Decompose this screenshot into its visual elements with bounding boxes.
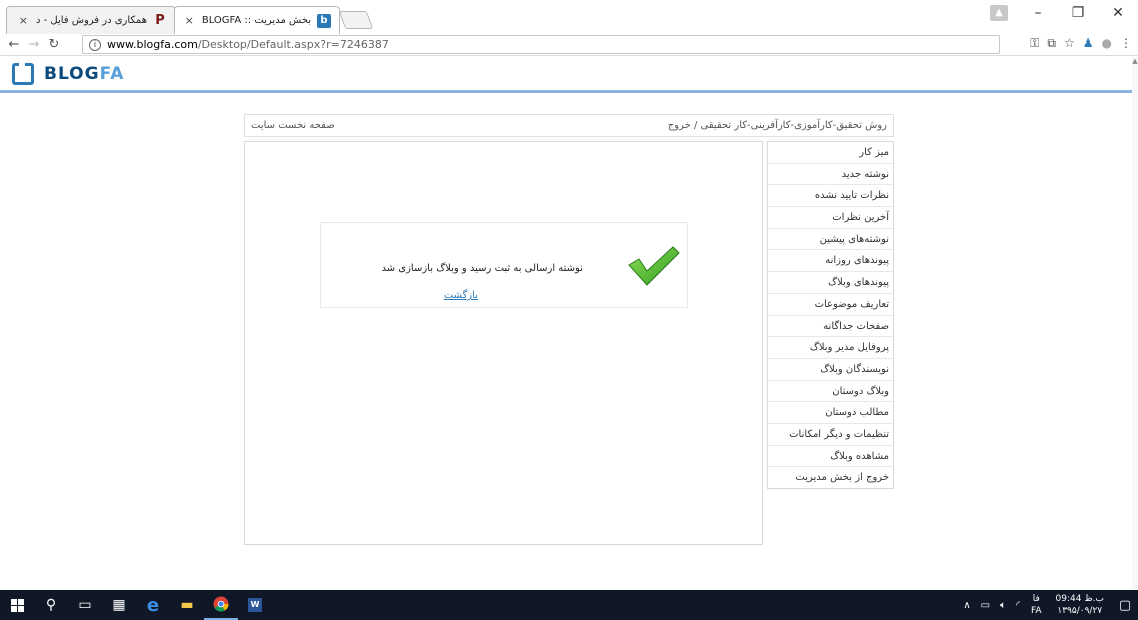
forward-arrow-icon[interactable]: →	[24, 37, 44, 52]
profile-icon[interactable]: ▲	[990, 5, 1008, 21]
maximize-button[interactable]: ❐	[1058, 5, 1098, 21]
sidebar-item-exit-admin[interactable]: خروج از بخش مدیریت	[768, 467, 893, 489]
site-home-link[interactable]: صفحه نخست سایت	[251, 120, 335, 131]
edge-browser-icon[interactable]: e	[136, 590, 170, 620]
main-content-panel: نوشته ارسالی به ثبت رسید و وبلاگ بازسازی…	[244, 141, 763, 545]
tray-expand-icon[interactable]: ∧	[958, 600, 975, 611]
tab-title: همکاری در فروش فایل - د	[35, 15, 147, 26]
window-controls: ▲ – ❐ ✕	[990, 0, 1138, 26]
close-window-button[interactable]: ✕	[1098, 5, 1138, 21]
close-tab-icon[interactable]: ×	[185, 14, 194, 27]
star-icon[interactable]: ☆	[1064, 36, 1075, 51]
sidebar-item-view-blog[interactable]: مشاهده وبلاگ	[768, 446, 893, 468]
windows-taskbar: ⚲ ▭ ▦ e ▬ W ∧ ▭ 🔈︎ ◜ فا FA 09:44 ب.ظ ۱۳۹…	[0, 590, 1138, 620]
tab-title: بخش مدیریت :: BLOGFA	[201, 15, 311, 26]
volume-icon[interactable]: 🔈︎	[995, 600, 1011, 611]
sidebar-item-pages[interactable]: صفحات جداگانه	[768, 316, 893, 338]
success-message-text: نوشته ارسالی به ثبت رسید و وبلاگ بازسازی…	[381, 263, 583, 274]
tab-blogfa-admin[interactable]: b بخش مدیریت :: BLOGFA ×	[174, 6, 340, 34]
windows-logo-icon	[10, 598, 24, 612]
admin-topbar: روش تحقیق-کارآموزی-کارآفرینی-کار تحقیقی …	[244, 114, 894, 137]
clock-date: ۱۳۹۵/۰۹/۲۷	[1057, 606, 1103, 616]
breadcrumb: روش تحقیق-کارآموزی-کارآفرینی-کار تحقیقی …	[668, 120, 887, 131]
blogfa-favicon-icon: b	[317, 13, 331, 28]
success-message-box: نوشته ارسالی به ثبت رسید و وبلاگ بازسازی…	[320, 222, 688, 308]
sidebar-item-daily-links[interactable]: پیوندهای روزانه	[768, 250, 893, 273]
word-logo-icon: W	[248, 598, 262, 612]
language-indicator[interactable]: فا FA	[1025, 593, 1048, 617]
browser-toolbar: ← → ↻ i www.blogfa.com/Desktop/Default.a…	[0, 34, 1138, 56]
battery-icon[interactable]: ▭	[976, 600, 995, 611]
extension-icon[interactable]: ●	[1102, 36, 1112, 51]
url-path: /Desktop/Default.aspx?r=7246387	[197, 38, 389, 51]
blogfa-logo-icon	[12, 63, 34, 85]
chrome-icon[interactable]	[204, 590, 238, 620]
url-host: www.blogfa.com	[107, 38, 198, 51]
scroll-up-icon[interactable]: ▲	[1132, 57, 1138, 65]
sidebar-item-settings[interactable]: تنظیمات و دیگر امکانات	[768, 424, 893, 446]
sidebar-item-unapproved-comments[interactable]: نظرات تایید نشده	[768, 185, 893, 208]
blogfa-logo[interactable]: BLOGFA	[12, 63, 124, 85]
close-tab-icon[interactable]: ×	[19, 14, 28, 27]
sidebar-item-dashboard[interactable]: میز کار	[768, 142, 893, 164]
reload-icon[interactable]: ↻	[44, 37, 64, 52]
sidebar-item-blog-links[interactable]: پیوندهای وبلاگ	[768, 272, 893, 294]
sidebar-item-authors[interactable]: نویسندگان وبلاگ	[768, 359, 893, 381]
sidebar-item-categories[interactable]: تعاریف موضوعات	[768, 294, 893, 316]
logout-link[interactable]: خروج	[668, 120, 691, 131]
user-extension-icon[interactable]: ♟	[1083, 36, 1094, 51]
logo-text-fa: FA	[99, 64, 125, 84]
sidebar-item-friends-posts[interactable]: مطالب دوستان	[768, 402, 893, 424]
toolbar-extensions: ⚿ ⧉ ☆ ♟ ● ⋮	[1030, 36, 1132, 51]
blog-title-link[interactable]: روش تحقیق-کارآموزی-کارآفرینی-کار تحقیقی	[701, 120, 888, 131]
file-explorer-icon[interactable]: ▬	[170, 590, 204, 620]
new-tab-button[interactable]	[338, 11, 374, 29]
sidebar-item-latest-comments[interactable]: آخرین نظرات	[768, 207, 893, 229]
address-bar[interactable]: i www.blogfa.com/Desktop/Default.aspx?r=…	[82, 35, 1000, 54]
sidebar-item-new-post[interactable]: نوشته جدید	[768, 164, 893, 186]
admin-sidebar-menu: میز کار نوشته جدید نظرات تایید نشده آخری…	[767, 141, 894, 489]
sidebar-item-admin-profile[interactable]: پروفایل مدیر وبلاگ	[768, 337, 893, 359]
calculator-icon[interactable]: ▦	[102, 590, 136, 620]
clock-time: 09:44 ب.ظ	[1055, 594, 1104, 604]
browser-tab-strip: P همکاری در فروش فایل - د × b بخش مدیریت…	[0, 0, 1138, 34]
taskbar-clock[interactable]: 09:44 ب.ظ ۱۳۹۵/۰۹/۲۷	[1048, 593, 1112, 617]
task-view-icon[interactable]: ▭	[68, 590, 102, 620]
checkmark-icon	[628, 246, 680, 286]
back-arrow-icon[interactable]: ←	[4, 37, 24, 52]
page-scrollbar[interactable]	[1132, 57, 1138, 590]
chrome-logo-icon	[213, 596, 229, 612]
sidebar-item-previous-posts[interactable]: نوشته‌های پیشین	[768, 229, 893, 251]
wifi-icon[interactable]: ◜	[1011, 600, 1025, 611]
menu-icon[interactable]: ⋮	[1120, 36, 1132, 51]
minimize-button[interactable]: –	[1018, 5, 1058, 21]
word-icon[interactable]: W	[238, 590, 272, 620]
info-icon[interactable]: i	[89, 38, 101, 51]
sidebar-item-friends-blogs[interactable]: وبلاگ دوستان	[768, 381, 893, 403]
notification-icon[interactable]: ▢	[1112, 598, 1138, 613]
p-logo-icon: P	[155, 12, 165, 28]
breadcrumb-separator: /	[693, 120, 698, 131]
translate-icon[interactable]: ⧉	[1047, 36, 1056, 51]
site-header: BLOGFA	[0, 57, 1138, 93]
system-tray: ∧ ▭ 🔈︎ ◜ فا FA 09:44 ب.ظ ۱۳۹۵/۰۹/۲۷ ▢	[958, 590, 1138, 620]
back-link[interactable]: بازگشت	[444, 290, 478, 301]
key-icon[interactable]: ⚿	[1030, 36, 1039, 51]
start-button[interactable]	[0, 590, 34, 620]
search-icon[interactable]: ⚲	[34, 590, 68, 620]
logo-text-blog: BLOG	[44, 64, 100, 84]
tab-file-sales[interactable]: P همکاری در فروش فایل - د ×	[6, 6, 176, 34]
